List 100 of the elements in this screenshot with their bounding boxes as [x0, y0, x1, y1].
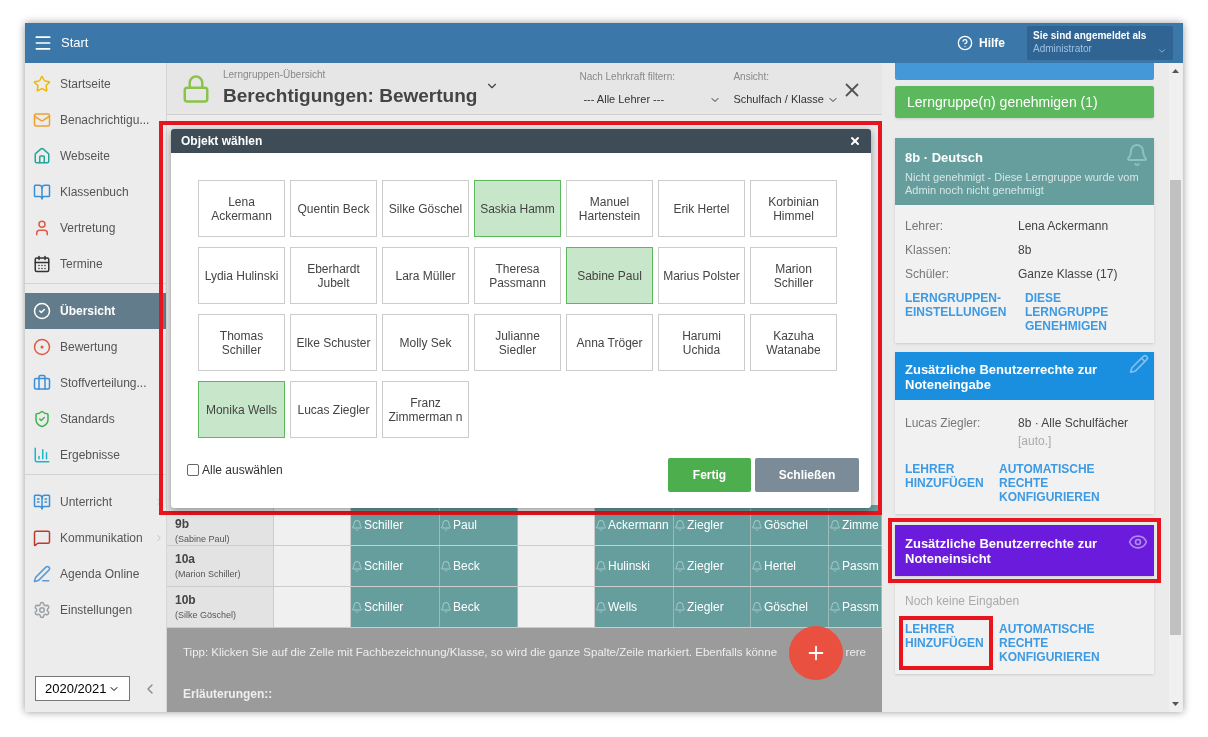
sidebar-item[interactable]: Ergebnisse: [25, 437, 166, 473]
row-header-cell[interactable]: 10a (Marion Schiller): [167, 546, 274, 586]
teacher-tile[interactable]: Molly Sek: [382, 314, 469, 371]
table-cell[interactable]: [274, 587, 351, 627]
scrollbar-thumb[interactable]: [1170, 180, 1181, 635]
breadcrumb: Lerngruppen-Übersicht: [223, 67, 327, 82]
help-icon[interactable]: [957, 35, 973, 51]
year-select[interactable]: 2020/2021: [35, 676, 130, 701]
bell-icon: [751, 517, 763, 533]
sidebar-item[interactable]: Übersicht: [25, 293, 166, 329]
page-title: Berechtigungen: Bewertung: [223, 83, 478, 108]
pen-icon: [33, 565, 51, 583]
menu-icon[interactable]: [33, 33, 53, 53]
teacher-tile[interactable]: Marius Polster: [658, 247, 745, 304]
close-button[interactable]: Schließen: [755, 458, 859, 492]
view-select[interactable]: Schulfach / Klasse: [733, 91, 874, 108]
bell-icon: [674, 517, 686, 533]
tip-text: rere: [845, 645, 866, 660]
card-title: 8b · Deutsch: [905, 149, 984, 167]
bell-icon: [351, 599, 363, 615]
teacher-tile[interactable]: Korbinian Himmel: [750, 180, 837, 237]
teacher-tile[interactable]: Thomas Schiller: [198, 314, 285, 371]
row-header-cell[interactable]: 10b (Silke Göschel): [167, 587, 274, 627]
field-label: Schüler:: [905, 265, 951, 283]
teacher-tile[interactable]: Silke Göschel: [382, 180, 469, 237]
field-label: Klassen:: [905, 241, 953, 259]
empty-note: Noch keine Eingaben: [905, 592, 1021, 610]
dialog-title-bar: Objekt wählen: [171, 129, 871, 153]
sidebar-item[interactable]: Benachrichtigu...: [25, 102, 166, 138]
teacher-tile[interactable]: Anna Tröger: [566, 314, 653, 371]
teacher-tile[interactable]: Eberhardt Jubelt: [290, 247, 377, 304]
teacher-tile[interactable]: Lydia Hulinski: [198, 247, 285, 304]
bell-icon: [351, 558, 363, 574]
teacher-tile[interactable]: Franz Zimmerman n: [382, 381, 469, 438]
sidebar-item[interactable]: Stoffverteilung...: [25, 365, 166, 401]
table-cell[interactable]: [274, 546, 351, 586]
field-value: 8b · Alle Schulfächer: [1018, 414, 1129, 432]
star-icon: [33, 75, 51, 93]
teacher-tile[interactable]: Manuel Hartenstein: [566, 180, 653, 237]
teacher-tile[interactable]: Sabine Paul: [566, 247, 653, 304]
select-all-checkbox[interactable]: Alle auswählen: [187, 461, 283, 479]
field-value: 8b: [1018, 241, 1032, 259]
teacher-tile[interactable]: Monika Wells: [198, 381, 285, 438]
check-badge-icon: [33, 302, 51, 320]
table-cell[interactable]: [518, 546, 595, 586]
sidebar-item[interactable]: Einstellungen: [25, 592, 166, 628]
bell-icon: [829, 599, 841, 615]
calendar-icon: [33, 255, 51, 273]
scroll-down-icon[interactable]: [1172, 702, 1179, 706]
view-label: Ansicht:: [733, 70, 770, 85]
bell-icon: [595, 558, 607, 574]
sidebar-item[interactable]: Kommunikation: [25, 520, 166, 556]
teacher-tile[interactable]: Quentin Beck: [290, 180, 377, 237]
sidebar-item[interactable]: Unterricht: [25, 484, 166, 520]
sidebar-item[interactable]: Webseite: [25, 138, 166, 174]
grade-icon: [33, 338, 51, 356]
card-subtitle: Nicht genehmigt - Diese Lerngruppe wurde vom Admin noch nicht genehmigt: [905, 170, 1140, 197]
close-icon[interactable]: [849, 135, 861, 147]
teacher-tile[interactable]: Lara Müller: [382, 247, 469, 304]
bell-icon: [440, 558, 452, 574]
teacher-tile[interactable]: Lena Ackermann: [198, 180, 285, 237]
field-value: Ganze Klasse (17): [1018, 265, 1118, 283]
teacher-tile[interactable]: Erik Hertel: [658, 180, 745, 237]
sidebar-item[interactable]: Vertretung: [25, 210, 166, 246]
teacher-tile[interactable]: Kazuha Watanabe: [750, 314, 837, 371]
teacher-tile[interactable]: Saskia Hamm: [474, 180, 561, 237]
teacher-tile[interactable]: Elke Schuster: [290, 314, 377, 371]
help-link[interactable]: Hilfe: [979, 34, 1005, 52]
card-title: Zusätzliche Benutzerrechte zur Noteneingabe: [905, 361, 1099, 392]
book-icon: [33, 493, 51, 511]
sidebar-item[interactable]: Startseite: [25, 66, 166, 102]
filter-label: Nach Lehrkraft filtern:: [579, 70, 676, 85]
pencil-icon: [1129, 353, 1149, 374]
card-title: Zusätzliche Benutzerrechte zur Noteneinsicht: [905, 535, 1099, 566]
sidebar-item[interactable]: Agenda Online: [25, 556, 166, 592]
user-dropdown[interactable]: Sie sind angemeldet als Administrator: [1027, 26, 1173, 60]
person-icon: [33, 219, 51, 237]
bell-icon: [829, 558, 841, 574]
teacher-tile[interactable]: Theresa Passmann: [474, 247, 561, 304]
bar-chart-icon: [33, 446, 51, 464]
house-icon: [33, 147, 51, 165]
bell-icon: [595, 599, 607, 615]
teacher-tile[interactable]: Julianne Siedler: [474, 314, 561, 371]
bell-icon: [440, 517, 452, 533]
table-cell[interactable]: [518, 587, 595, 627]
sidebar-item[interactable]: Standards: [25, 401, 166, 437]
sidebar-item[interactable]: Klassenbuch: [25, 174, 166, 210]
scroll-up-icon[interactable]: [1172, 69, 1179, 73]
teacher-filter[interactable]: --- Alle Lehrer ---: [579, 91, 722, 108]
auto-note: [auto.]: [1018, 432, 1053, 450]
book-icon: [33, 183, 51, 201]
sidebar-item[interactable]: Bewertung: [25, 329, 166, 365]
field-label: Lucas Ziegler:: [905, 414, 982, 432]
teacher-tile[interactable]: Marion Schiller: [750, 247, 837, 304]
sidebar-item[interactable]: Termine: [25, 246, 166, 282]
teacher-tile[interactable]: Lucas Ziegler: [290, 381, 377, 438]
bell-icon: [1125, 142, 1149, 168]
bell-icon: [751, 558, 763, 574]
bell-icon: [674, 558, 686, 574]
teacher-tile[interactable]: Harumi Uchida: [658, 314, 745, 371]
